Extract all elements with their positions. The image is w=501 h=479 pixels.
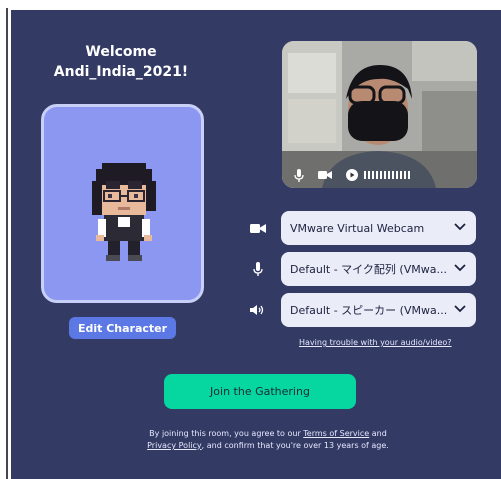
chevron-down-icon bbox=[454, 305, 466, 313]
camera-preview bbox=[282, 41, 477, 188]
terms-of-service-link[interactable]: Terms of Service bbox=[303, 429, 369, 438]
microphone-select[interactable]: Default - マイク配列 (VMwa... bbox=[281, 252, 476, 286]
av-trouble-link[interactable]: Having trouble with your audio/video? bbox=[299, 338, 452, 347]
audio-level-bars bbox=[364, 171, 410, 179]
edit-character-button[interactable]: Edit Character bbox=[69, 317, 176, 339]
chevron-down-icon bbox=[454, 264, 466, 272]
play-icon[interactable] bbox=[346, 169, 358, 181]
microphone-icon[interactable] bbox=[294, 168, 304, 182]
legal-and: and bbox=[371, 429, 387, 438]
username: Andi_India_2021! bbox=[53, 64, 189, 80]
legal-notice: By joining this room, you agree to our T… bbox=[109, 428, 427, 452]
video-controls bbox=[282, 162, 477, 188]
legal-text-end: , and confirm that you're over 13 years … bbox=[201, 441, 389, 450]
camera-select[interactable]: VMware Virtual Webcam bbox=[281, 211, 476, 245]
speaker-row: Default - スピーカー (VMwa... bbox=[247, 293, 477, 327]
microphone-select-value: Default - マイク配列 (VMwa... bbox=[290, 263, 447, 276]
speaker-select-value: Default - スピーカー (VMwa... bbox=[290, 304, 448, 317]
camera-icon bbox=[247, 220, 269, 236]
microphone-row: Default - マイク配列 (VMwa... bbox=[247, 252, 477, 286]
speaker-icon bbox=[247, 302, 269, 318]
legal-text: By joining this room, you agree to our bbox=[149, 429, 301, 438]
audio-meter bbox=[346, 169, 410, 181]
microphone-icon bbox=[247, 261, 269, 277]
join-panel: Welcome Andi_India_2021! Edit Character … bbox=[11, 10, 501, 479]
welcome-heading: Welcome Andi_India_2021! bbox=[41, 42, 201, 82]
camera-icon[interactable] bbox=[318, 170, 332, 180]
speaker-select[interactable]: Default - スピーカー (VMwa... bbox=[281, 293, 476, 327]
join-gathering-button[interactable]: Join the Gathering bbox=[164, 374, 356, 409]
window-edge bbox=[6, 8, 8, 479]
camera-select-value: VMware Virtual Webcam bbox=[290, 221, 425, 235]
welcome-line: Welcome bbox=[85, 44, 157, 60]
avatar-preview bbox=[41, 104, 204, 303]
chevron-down-icon bbox=[454, 223, 466, 231]
pixel-character bbox=[92, 163, 156, 261]
privacy-policy-link[interactable]: Privacy Policy bbox=[147, 441, 202, 450]
camera-row: VMware Virtual Webcam bbox=[247, 211, 477, 245]
